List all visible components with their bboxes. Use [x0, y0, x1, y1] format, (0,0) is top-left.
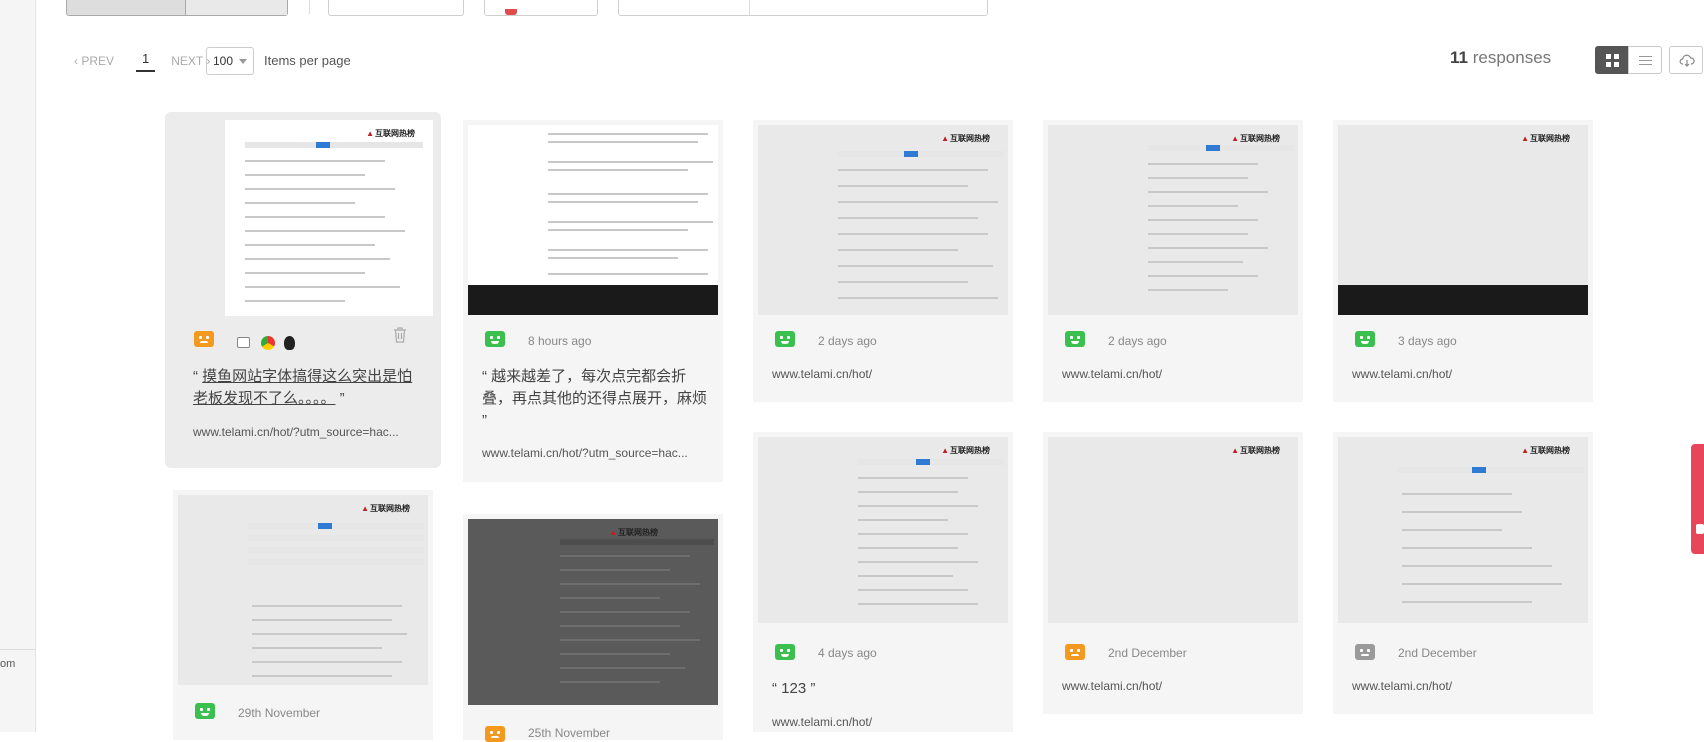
- neutral-face-icon: [1355, 644, 1375, 660]
- response-card[interactable]: 互联网热榜: [1043, 432, 1303, 714]
- sad-face-icon: [194, 331, 214, 347]
- response-url[interactable]: www.telami.cn/hot/: [1352, 367, 1574, 381]
- happy-face-icon: [775, 331, 795, 347]
- thumbnail-logo: 互联网热榜: [366, 128, 415, 139]
- response-comment: “ 摸鱼网站字体搞得这么突出是怕老板发现不了么。。。。 ”: [193, 368, 413, 407]
- response-url[interactable]: www.telami.cn/hot/: [1062, 679, 1284, 693]
- pagination: ‹ PREV 1 NEXT ›: [74, 50, 210, 72]
- response-time: 3 days ago: [1398, 334, 1457, 348]
- comment-text[interactable]: 123: [781, 680, 806, 697]
- thumbnail-logo: 互联网热榜: [1231, 133, 1280, 144]
- response-time: 29th November: [238, 706, 321, 720]
- response-time: 4 days ago: [818, 646, 877, 660]
- thumbnail-logo: 互联网热榜: [361, 503, 410, 514]
- sad-face-icon: [485, 726, 505, 742]
- screenshot-thumbnail[interactable]: 互联网热榜: [1338, 125, 1588, 315]
- happy-face-icon: [1355, 331, 1375, 347]
- thumbnail-logo: 互联网热榜: [609, 527, 658, 538]
- screenshot-thumbnail[interactable]: 互联网热榜: [1048, 125, 1298, 315]
- happy-face-icon: [775, 644, 795, 660]
- screenshot-thumbnail[interactable]: [468, 125, 718, 315]
- screenshot-thumbnail[interactable]: 互联网热榜: [758, 125, 1008, 315]
- response-card[interactable]: 互联网热榜: [1333, 432, 1593, 714]
- thumbnail-logo: 互联网热榜: [1231, 445, 1280, 456]
- flag-icon: [505, 9, 517, 15]
- thumbnail-logo: 互联网热榜: [1521, 445, 1570, 456]
- response-time: 2 days ago: [1108, 334, 1167, 348]
- happy-face-icon: [1065, 331, 1085, 347]
- screenshot-thumbnail[interactable]: 互联网热榜: [758, 437, 1008, 623]
- response-url[interactable]: www.telami.cn/hot/: [772, 367, 994, 381]
- screenshot-thumbnail[interactable]: 互联网热榜: [1048, 437, 1298, 623]
- response-comment: “ 123 ”: [772, 680, 816, 697]
- response-time: 25th November: [528, 726, 611, 740]
- screenshot-thumbnail[interactable]: 互联网热榜: [225, 120, 433, 316]
- screenshot-thumbnail[interactable]: 互联网热榜: [178, 495, 428, 685]
- cloud-download-icon: [1679, 54, 1695, 67]
- comment-text[interactable]: 越来越差了，每次点完都会折叠，再点其他的还得点展开，麻烦: [482, 368, 707, 407]
- feedback-icon: [1696, 524, 1704, 534]
- prev-page-link[interactable]: ‹ PREV: [74, 54, 114, 68]
- thumbnail-logo: 互联网热榜: [941, 445, 990, 456]
- next-page-link[interactable]: NEXT ›: [171, 54, 210, 68]
- grid-icon: [1606, 54, 1619, 67]
- response-time: 2nd December: [1398, 646, 1477, 660]
- responses-number: 11: [1450, 48, 1468, 67]
- desktop-icon: [237, 337, 250, 348]
- sad-face-icon: [1065, 644, 1085, 660]
- chevron-down-icon: [239, 59, 247, 64]
- response-time: 2nd December: [1108, 646, 1187, 660]
- items-per-page-select[interactable]: 100: [206, 47, 254, 75]
- left-sidebar: om: [0, 0, 36, 732]
- current-page[interactable]: 1: [136, 51, 156, 72]
- list-icon: [1639, 56, 1652, 68]
- response-url[interactable]: www.telami.cn/hot/?utm_source=hac...: [193, 425, 423, 439]
- response-url[interactable]: www.telami.cn/hot/: [772, 715, 994, 729]
- sidebar-divider: [0, 649, 35, 650]
- linux-icon: [284, 336, 295, 350]
- response-card[interactable]: 互联网热榜: [753, 120, 1013, 402]
- grid-view-button[interactable]: [1595, 46, 1629, 74]
- responses-label: responses: [1472, 48, 1552, 67]
- screenshot-thumbnail[interactable]: 互联网热榜: [468, 519, 718, 705]
- download-button[interactable]: [1669, 46, 1703, 74]
- response-comment: “ 越来越差了，每次点完都会折叠，再点其他的还得点展开，麻烦 ”: [482, 368, 708, 429]
- chrome-icon: [261, 336, 275, 350]
- feedback-tab[interactable]: [1691, 444, 1704, 554]
- happy-face-icon: [485, 331, 505, 347]
- responses-count: 11 responses: [1450, 48, 1551, 68]
- items-per-page-value: 100: [213, 54, 234, 68]
- response-time: 8 hours ago: [528, 334, 592, 348]
- response-time: 2 days ago: [818, 334, 877, 348]
- response-card[interactable]: 互联网热榜: [1333, 120, 1593, 402]
- response-card[interactable]: 互联网热榜: [1043, 120, 1303, 402]
- screenshot-thumbnail[interactable]: 互联网热榜: [1338, 437, 1588, 623]
- filter-button[interactable]: [484, 0, 598, 16]
- thumbnail-logo: 互联网热榜: [941, 133, 990, 144]
- date-range-picker[interactable]: [618, 0, 988, 16]
- happy-face-icon: [195, 703, 215, 719]
- response-card[interactable]: 互联网热榜: [165, 112, 441, 468]
- filter-dropdown[interactable]: [328, 0, 464, 16]
- response-card[interactable]: 互联网热榜: [463, 514, 723, 740]
- list-view-button[interactable]: [1628, 46, 1662, 74]
- items-per-page-label: Items per page: [264, 53, 351, 68]
- thumbnail-logo: 互联网热榜: [1521, 133, 1570, 144]
- response-url[interactable]: www.telami.cn/hot/: [1062, 367, 1284, 381]
- trash-icon[interactable]: [393, 327, 407, 343]
- comment-text[interactable]: 摸鱼网站字体搞得这么突出是怕老板发现不了么。。。。: [193, 368, 412, 407]
- response-url[interactable]: www.telami.cn/hot/?utm_source=hac...: [482, 446, 704, 460]
- segmented-filter-button[interactable]: [66, 0, 288, 16]
- response-url[interactable]: www.telami.cn/hot/: [1352, 679, 1574, 693]
- sidebar-text-fragment: om: [0, 658, 16, 670]
- toolbar-divider: [309, 0, 310, 14]
